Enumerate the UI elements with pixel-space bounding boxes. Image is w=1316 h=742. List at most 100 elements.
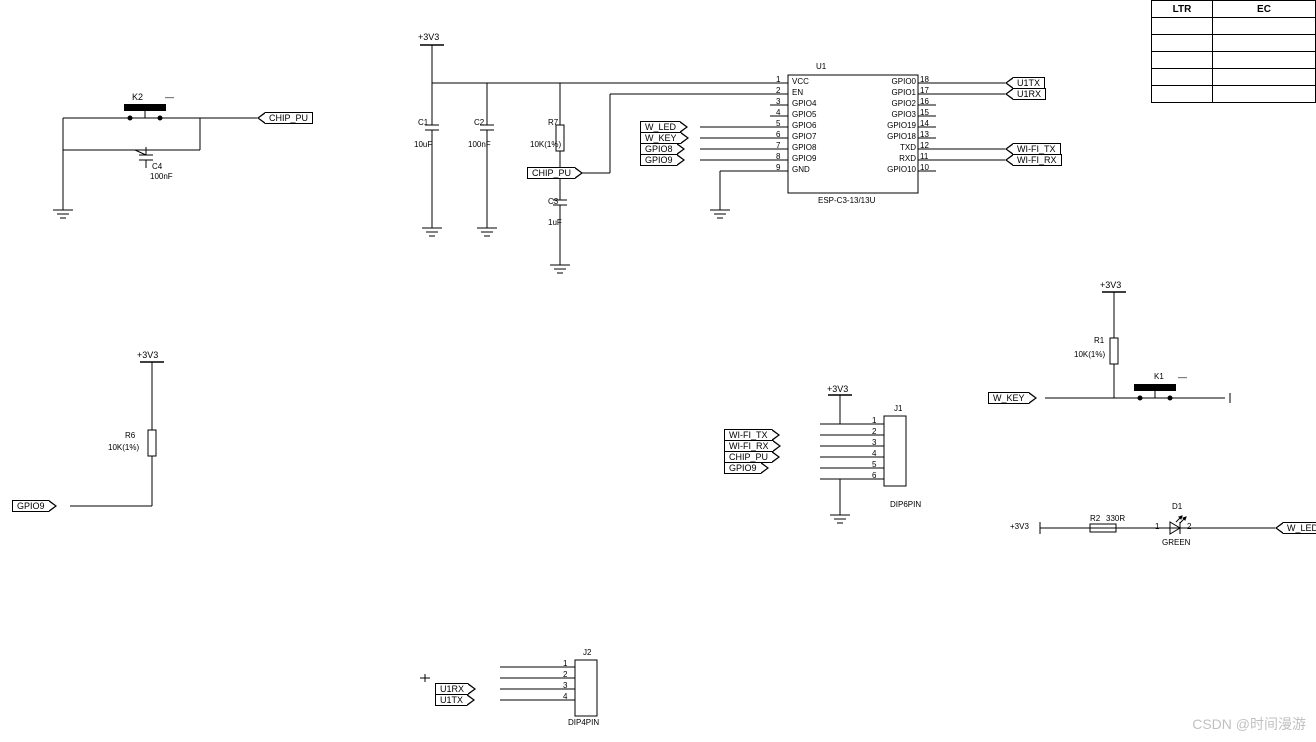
u1-rp9: 10 — [920, 163, 929, 172]
u1-rn6: GPIO18 — [874, 132, 916, 141]
schematic-canvas — [0, 0, 1316, 742]
u1-ln1: VCC — [792, 77, 809, 86]
u1-lp3: 3 — [776, 97, 780, 106]
r6-val: 10K(1%) — [108, 443, 139, 452]
c1-ref: C1 — [418, 118, 428, 127]
j1-part: DIP6PIN — [890, 500, 921, 509]
rail-3v3-led: +3V3 — [1010, 522, 1029, 531]
r1-val: 10K(1%) — [1074, 350, 1105, 359]
j2-p1: 1 — [563, 659, 567, 668]
d1-p2: 2 — [1187, 522, 1191, 531]
rail-3v3-a: +3V3 — [418, 32, 439, 42]
j2-part: DIP4PIN — [568, 718, 599, 727]
u1-ln9: GND — [792, 165, 810, 174]
c4-value: 100nF — [150, 172, 173, 181]
u1-ln2: EN — [792, 88, 803, 97]
u1-rp6: 13 — [920, 130, 929, 139]
wifirx-tag: WI-FI_RX — [1005, 154, 1062, 166]
u1-refdes: U1 — [816, 62, 826, 71]
j2-p4: 4 — [563, 692, 567, 701]
j2-p2: 2 — [563, 670, 567, 679]
u1-rp5: 14 — [920, 119, 929, 128]
u1-ln7: GPIO8 — [792, 143, 816, 152]
u1-lp1: 1 — [776, 75, 780, 84]
rev-h1: LTR — [1152, 1, 1213, 18]
rail-3v3-j1: +3V3 — [827, 384, 848, 394]
u1rx-tag: U1RX — [1005, 88, 1046, 100]
r2-val: 330R — [1106, 514, 1125, 523]
chip-pu-tag: CHIP_PU — [257, 112, 313, 124]
u1-ln5: GPIO6 — [792, 121, 816, 130]
j1-p6: 6 — [872, 471, 876, 480]
r6-ref: R6 — [125, 431, 135, 440]
j1-p2: 2 — [872, 427, 876, 436]
r6-block — [70, 362, 164, 506]
u1-rn3: GPIO2 — [878, 99, 916, 108]
u1-rn9: GPIO10 — [874, 165, 916, 174]
u1-Lp9: 9 — [776, 163, 780, 172]
k1-dash: — — [1178, 372, 1187, 382]
u1-lp4: 4 — [776, 108, 780, 117]
j2-ref: J2 — [583, 648, 591, 657]
u1-rp8: 11 — [920, 152, 928, 161]
u1-rn7: TXD — [878, 143, 916, 152]
u1-block — [420, 45, 1005, 273]
c4-refdes: C4 — [152, 162, 162, 171]
u1-rp1: 18 — [920, 75, 929, 84]
d1-ref: D1 — [1172, 502, 1182, 511]
c3-ref: C3 — [548, 197, 558, 206]
k2-refdes: K2 — [132, 92, 143, 102]
c2-val: 100nF — [468, 140, 491, 149]
rev-h2: EC — [1213, 1, 1316, 18]
u1-rp4: 15 — [920, 108, 929, 117]
u1-ln6: GPIO7 — [792, 132, 816, 141]
u1-rn8: RXD — [878, 154, 916, 163]
c2-ref: C2 — [474, 118, 484, 127]
j1-p5: 5 — [872, 460, 876, 469]
j1-p3: 3 — [872, 438, 876, 447]
u1-lp7: 7 — [776, 141, 780, 150]
u1-rn1: GPIO0 — [878, 77, 916, 86]
k1-ref: K1 — [1154, 372, 1164, 381]
j1-p4: 4 — [872, 449, 876, 458]
c3-val: 1uF — [548, 218, 562, 227]
r7-val: 10K(1%) — [530, 140, 561, 149]
u1-rn4: GPIO3 — [878, 110, 916, 119]
wkey-tag2: W_KEY — [988, 392, 1037, 404]
j1-p1: 1 — [872, 416, 876, 425]
j1-n5: GPIO9 — [724, 462, 769, 474]
d1-color: GREEN — [1162, 538, 1190, 547]
k2-block — [53, 104, 257, 218]
r2-ref: R2 — [1090, 514, 1100, 523]
u1-part: ESP-C3-13/13U — [818, 196, 875, 205]
k2-dash: — — [165, 92, 174, 102]
j2-n4: U1TX — [435, 694, 475, 706]
j2-p3: 3 — [563, 681, 567, 690]
u1-lp2: 2 — [776, 86, 780, 95]
watermark: CSDN @时间漫游 — [1192, 714, 1306, 734]
rail-3v3-r6: +3V3 — [137, 350, 158, 360]
u1-ln4: GPIO5 — [792, 110, 816, 119]
u1-rn2: GPIO1 — [878, 88, 916, 97]
u1-rp2: 17 — [920, 86, 929, 95]
r1-ref: R1 — [1094, 336, 1104, 345]
u1-rp7: 12 — [920, 141, 929, 150]
u1-rp3: 16 — [920, 97, 929, 106]
k1-block — [1045, 292, 1230, 403]
revision-table: LTREC — [1151, 0, 1316, 103]
gpio9u-tag: GPIO9 — [640, 154, 685, 166]
u1-lp8: 8 — [776, 152, 780, 161]
r7-ref: R7 — [548, 118, 558, 127]
u1-ln8: GPIO9 — [792, 154, 816, 163]
gpio9-tag: GPIO9 — [12, 500, 57, 512]
u1-lp5: 5 — [776, 119, 780, 128]
rail-3v3-k1: +3V3 — [1100, 280, 1121, 290]
u1-ln3: GPIO4 — [792, 99, 816, 108]
wled-tag2: W_LED — [1275, 522, 1316, 534]
chip-pu-r7: CHIP_PU — [527, 167, 583, 179]
j1-ref: J1 — [894, 404, 902, 413]
u1-rn5: GPIO19 — [874, 121, 916, 130]
d1-p1: 1 — [1155, 522, 1159, 531]
c1-val: 10uF — [414, 140, 432, 149]
u1-lp6: 6 — [776, 130, 780, 139]
